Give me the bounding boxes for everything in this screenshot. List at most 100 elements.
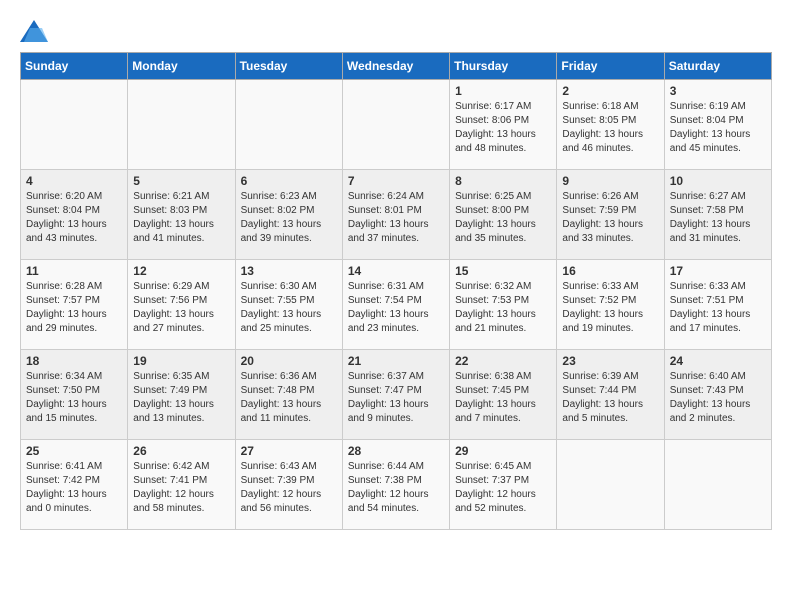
- calendar-cell: [557, 440, 664, 530]
- calendar-cell: 2 Sunrise: 6:18 AM Sunset: 8:05 PM Daylig…: [557, 80, 664, 170]
- calendar-cell: 16 Sunrise: 6:33 AM Sunset: 7:52 PM Dayli…: [557, 260, 664, 350]
- weekday-header-tuesday: Tuesday: [235, 53, 342, 80]
- calendar-cell: 21 Sunrise: 6:37 AM Sunset: 7:47 PM Dayli…: [342, 350, 449, 440]
- calendar-week-3: 11 Sunrise: 6:28 AM Sunset: 7:57 PM Dayli…: [21, 260, 772, 350]
- day-info: Sunrise: 6:39 AM Sunset: 7:44 PM Dayligh…: [562, 370, 658, 426]
- calendar-cell: 25 Sunrise: 6:41 AM Sunset: 7:42 PM Dayli…: [21, 440, 128, 530]
- day-info: Sunrise: 6:29 AM Sunset: 7:56 PM Dayligh…: [133, 280, 229, 336]
- day-info: Sunrise: 6:41 AM Sunset: 7:42 PM Dayligh…: [26, 460, 122, 516]
- day-info: Sunrise: 6:17 AM Sunset: 8:06 PM Dayligh…: [455, 100, 551, 156]
- day-number: 8: [455, 174, 551, 188]
- day-number: 6: [241, 174, 337, 188]
- calendar-cell: 18 Sunrise: 6:34 AM Sunset: 7:50 PM Dayli…: [21, 350, 128, 440]
- day-number: 26: [133, 444, 229, 458]
- calendar-cell: [664, 440, 771, 530]
- day-number: 13: [241, 264, 337, 278]
- day-number: 28: [348, 444, 444, 458]
- day-number: 29: [455, 444, 551, 458]
- day-number: 25: [26, 444, 122, 458]
- day-info: Sunrise: 6:26 AM Sunset: 7:59 PM Dayligh…: [562, 190, 658, 246]
- day-number: 22: [455, 354, 551, 368]
- calendar-cell: [128, 80, 235, 170]
- day-info: Sunrise: 6:35 AM Sunset: 7:49 PM Dayligh…: [133, 370, 229, 426]
- day-number: 1: [455, 84, 551, 98]
- day-info: Sunrise: 6:20 AM Sunset: 8:04 PM Dayligh…: [26, 190, 122, 246]
- calendar-week-2: 4 Sunrise: 6:20 AM Sunset: 8:04 PM Daylig…: [21, 170, 772, 260]
- day-info: Sunrise: 6:44 AM Sunset: 7:38 PM Dayligh…: [348, 460, 444, 516]
- day-info: Sunrise: 6:31 AM Sunset: 7:54 PM Dayligh…: [348, 280, 444, 336]
- day-number: 19: [133, 354, 229, 368]
- calendar-cell: 7Sunrise: 6:24 AM Sunset: 8:01 PM Daylig…: [342, 170, 449, 260]
- calendar-cell: 28 Sunrise: 6:44 AM Sunset: 7:38 PM Dayli…: [342, 440, 449, 530]
- calendar-cell: [21, 80, 128, 170]
- page-header: [20, 20, 772, 42]
- day-number: 24: [670, 354, 766, 368]
- calendar-cell: 20 Sunrise: 6:36 AM Sunset: 7:48 PM Dayli…: [235, 350, 342, 440]
- calendar-cell: 11 Sunrise: 6:28 AM Sunset: 7:57 PM Dayli…: [21, 260, 128, 350]
- calendar-cell: 26 Sunrise: 6:42 AM Sunset: 7:41 PM Dayli…: [128, 440, 235, 530]
- day-info: Sunrise: 6:34 AM Sunset: 7:50 PM Dayligh…: [26, 370, 122, 426]
- logo-icon: [20, 20, 48, 42]
- day-info: Sunrise: 6:33 AM Sunset: 7:52 PM Dayligh…: [562, 280, 658, 336]
- day-number: 16: [562, 264, 658, 278]
- calendar-cell: 27 Sunrise: 6:43 AM Sunset: 7:39 PM Dayli…: [235, 440, 342, 530]
- calendar-cell: 3 Sunrise: 6:19 AM Sunset: 8:04 PM Daylig…: [664, 80, 771, 170]
- day-info: Sunrise: 6:25 AM Sunset: 8:00 PM Dayligh…: [455, 190, 551, 246]
- day-number: 9: [562, 174, 658, 188]
- calendar-cell: 19 Sunrise: 6:35 AM Sunset: 7:49 PM Dayli…: [128, 350, 235, 440]
- calendar-week-5: 25 Sunrise: 6:41 AM Sunset: 7:42 PM Dayli…: [21, 440, 772, 530]
- calendar-cell: 5 Sunrise: 6:21 AM Sunset: 8:03 PM Daylig…: [128, 170, 235, 260]
- calendar-cell: 13 Sunrise: 6:30 AM Sunset: 7:55 PM Dayli…: [235, 260, 342, 350]
- calendar-cell: 23Sunrise: 6:39 AM Sunset: 7:44 PM Dayli…: [557, 350, 664, 440]
- day-number: 27: [241, 444, 337, 458]
- day-number: 21: [348, 354, 444, 368]
- calendar-cell: 24 Sunrise: 6:40 AM Sunset: 7:43 PM Dayli…: [664, 350, 771, 440]
- day-info: Sunrise: 6:45 AM Sunset: 7:37 PM Dayligh…: [455, 460, 551, 516]
- weekday-header-saturday: Saturday: [664, 53, 771, 80]
- calendar-cell: 12 Sunrise: 6:29 AM Sunset: 7:56 PM Dayli…: [128, 260, 235, 350]
- calendar-cell: 9 Sunrise: 6:26 AM Sunset: 7:59 PM Daylig…: [557, 170, 664, 260]
- calendar-cell: 4 Sunrise: 6:20 AM Sunset: 8:04 PM Daylig…: [21, 170, 128, 260]
- day-number: 10: [670, 174, 766, 188]
- day-number: 11: [26, 264, 122, 278]
- calendar-cell: 22 Sunrise: 6:38 AM Sunset: 7:45 PM Dayli…: [450, 350, 557, 440]
- day-info: Sunrise: 6:21 AM Sunset: 8:03 PM Dayligh…: [133, 190, 229, 246]
- day-info: Sunrise: 6:23 AM Sunset: 8:02 PM Dayligh…: [241, 190, 337, 246]
- day-info: Sunrise: 6:38 AM Sunset: 7:45 PM Dayligh…: [455, 370, 551, 426]
- day-info: Sunrise: 6:19 AM Sunset: 8:04 PM Dayligh…: [670, 100, 766, 156]
- day-info: Sunrise: 6:27 AM Sunset: 7:58 PM Dayligh…: [670, 190, 766, 246]
- day-number: 20: [241, 354, 337, 368]
- calendar-week-4: 18 Sunrise: 6:34 AM Sunset: 7:50 PM Dayli…: [21, 350, 772, 440]
- day-number: 17: [670, 264, 766, 278]
- weekday-header-thursday: Thursday: [450, 53, 557, 80]
- day-info: Sunrise: 6:40 AM Sunset: 7:43 PM Dayligh…: [670, 370, 766, 426]
- day-number: 2: [562, 84, 658, 98]
- day-info: Sunrise: 6:28 AM Sunset: 7:57 PM Dayligh…: [26, 280, 122, 336]
- day-info: Sunrise: 6:30 AM Sunset: 7:55 PM Dayligh…: [241, 280, 337, 336]
- calendar-cell: 15Sunrise: 6:32 AM Sunset: 7:53 PM Dayli…: [450, 260, 557, 350]
- day-info: Sunrise: 6:36 AM Sunset: 7:48 PM Dayligh…: [241, 370, 337, 426]
- calendar-cell: 29 Sunrise: 6:45 AM Sunset: 7:37 PM Dayli…: [450, 440, 557, 530]
- weekday-header-row: SundayMondayTuesdayWednesdayThursdayFrid…: [21, 53, 772, 80]
- day-info: Sunrise: 6:42 AM Sunset: 7:41 PM Dayligh…: [133, 460, 229, 516]
- weekday-header-friday: Friday: [557, 53, 664, 80]
- day-number: 12: [133, 264, 229, 278]
- weekday-header-wednesday: Wednesday: [342, 53, 449, 80]
- day-info: Sunrise: 6:33 AM Sunset: 7:51 PM Dayligh…: [670, 280, 766, 336]
- day-number: 18: [26, 354, 122, 368]
- day-info: Sunrise: 6:37 AM Sunset: 7:47 PM Dayligh…: [348, 370, 444, 426]
- calendar-cell: 6 Sunrise: 6:23 AM Sunset: 8:02 PM Daylig…: [235, 170, 342, 260]
- day-number: 5: [133, 174, 229, 188]
- day-info: Sunrise: 6:32 AM Sunset: 7:53 PM Dayligh…: [455, 280, 551, 336]
- calendar-table: SundayMondayTuesdayWednesdayThursdayFrid…: [20, 52, 772, 530]
- weekday-header-sunday: Sunday: [21, 53, 128, 80]
- day-number: 4: [26, 174, 122, 188]
- calendar-cell: 10 Sunrise: 6:27 AM Sunset: 7:58 PM Dayli…: [664, 170, 771, 260]
- calendar-cell: 17 Sunrise: 6:33 AM Sunset: 7:51 PM Dayli…: [664, 260, 771, 350]
- day-info: Sunrise: 6:18 AM Sunset: 8:05 PM Dayligh…: [562, 100, 658, 156]
- day-info: Sunrise: 6:43 AM Sunset: 7:39 PM Dayligh…: [241, 460, 337, 516]
- day-number: 14: [348, 264, 444, 278]
- day-number: 3: [670, 84, 766, 98]
- calendar-week-1: 1 Sunrise: 6:17 AM Sunset: 8:06 PM Daylig…: [21, 80, 772, 170]
- calendar-cell: 1 Sunrise: 6:17 AM Sunset: 8:06 PM Daylig…: [450, 80, 557, 170]
